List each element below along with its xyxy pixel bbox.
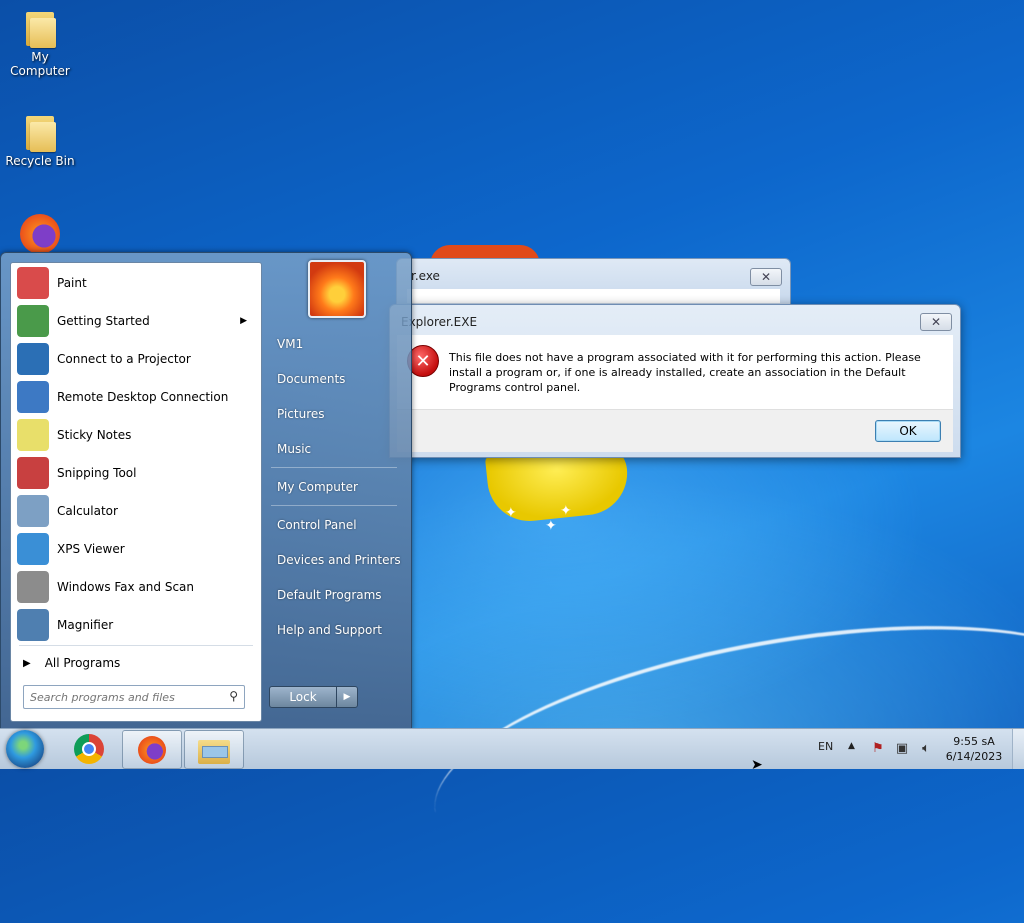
all-programs-label: All Programs bbox=[44, 656, 121, 670]
desktop-icon-my-computer[interactable]: My Computer bbox=[0, 8, 80, 78]
program-label: Remote Desktop Connection bbox=[57, 390, 229, 404]
mouse-cursor-icon: ➤ bbox=[751, 757, 763, 773]
wallpaper-sparkle: ✦ bbox=[545, 518, 557, 534]
program-label: XPS Viewer bbox=[57, 542, 125, 556]
volume-muted-icon[interactable]: 🔈︎ bbox=[918, 741, 934, 757]
desktop-icon-recycle-bin[interactable]: Recycle Bin bbox=[0, 112, 80, 168]
close-icon: ✕ bbox=[760, 270, 772, 284]
action-center-icon[interactable]: ⚑ bbox=[870, 741, 886, 757]
file-explorer-icon bbox=[198, 736, 230, 764]
system-clock[interactable]: 9:55 sA 6/14/2023 bbox=[942, 734, 1006, 764]
program-xps-viewer[interactable]: XPS Viewer bbox=[13, 531, 257, 567]
program-calculator[interactable]: Calculator bbox=[13, 493, 257, 529]
calculator-icon bbox=[17, 495, 49, 527]
network-icon[interactable]: ▣ bbox=[894, 741, 910, 757]
program-sticky-notes[interactable]: Sticky Notes bbox=[13, 417, 257, 453]
fax-icon bbox=[17, 571, 49, 603]
start-item-my-computer[interactable]: My Computer bbox=[267, 473, 403, 501]
start-item-documents[interactable]: Documents bbox=[267, 365, 403, 393]
program-label: Windows Fax and Scan bbox=[57, 580, 195, 594]
search-icon: ⚲ bbox=[229, 689, 238, 703]
search-box[interactable]: ⚲ bbox=[23, 685, 245, 709]
program-label: Magnifier bbox=[57, 618, 114, 632]
folder-icon bbox=[24, 112, 56, 152]
show-desktop-button[interactable] bbox=[1012, 729, 1024, 769]
start-item-user[interactable]: VM1 bbox=[267, 330, 403, 358]
taskbar-explorer[interactable] bbox=[184, 730, 244, 769]
program-label: Calculator bbox=[57, 504, 118, 518]
error-message: This file does not have a program associ… bbox=[449, 351, 921, 394]
wallpaper-sparkle: ✦ bbox=[560, 503, 572, 519]
program-label: Snipping Tool bbox=[57, 466, 137, 480]
error-dialog[interactable]: Explorer.EXE ✕ ✕ This file does not have… bbox=[389, 304, 961, 458]
window-title: r.exe bbox=[411, 269, 440, 283]
program-paint[interactable]: Paint bbox=[13, 265, 257, 301]
magnifier-icon bbox=[17, 609, 49, 641]
program-label: Paint bbox=[57, 276, 87, 290]
arrow-right-icon: ▶ bbox=[343, 692, 351, 702]
program-getting-started[interactable]: Getting Started ▶ bbox=[13, 303, 257, 339]
shutdown-options-button[interactable]: ▶ bbox=[336, 686, 358, 708]
start-item-help-support[interactable]: Help and Support bbox=[267, 616, 403, 644]
start-menu: Paint Getting Started ▶ Connect to a Pro… bbox=[0, 252, 412, 730]
desktop-icon-firefox[interactable] bbox=[0, 214, 80, 254]
divider bbox=[271, 505, 397, 506]
wallpaper-sparkle: ✦ bbox=[505, 505, 517, 521]
show-hidden-icons-icon[interactable]: ▲ bbox=[848, 741, 855, 751]
window-content bbox=[407, 289, 780, 303]
dialog-title: Explorer.EXE bbox=[401, 315, 478, 329]
program-magnifier[interactable]: Magnifier bbox=[13, 607, 257, 643]
folder-icon bbox=[24, 8, 56, 48]
clock-time: 9:55 sA bbox=[953, 735, 995, 748]
projector-icon bbox=[17, 343, 49, 375]
search-input[interactable] bbox=[28, 689, 222, 705]
program-remote-desktop[interactable]: Remote Desktop Connection bbox=[13, 379, 257, 415]
lock-button[interactable]: Lock bbox=[269, 686, 337, 708]
dialog-body: ✕ This file does not have a program asso… bbox=[397, 335, 953, 409]
remote-desktop-icon bbox=[17, 381, 49, 413]
scissors-icon bbox=[17, 457, 49, 489]
divider bbox=[271, 467, 397, 468]
all-programs-button[interactable]: ▶ All Programs bbox=[17, 651, 255, 675]
arrow-right-icon: ▶ bbox=[23, 657, 31, 669]
program-label: Sticky Notes bbox=[57, 428, 132, 442]
clock-date: 6/14/2023 bbox=[945, 750, 1003, 763]
close-icon: ✕ bbox=[930, 315, 942, 329]
error-glyph: ✕ bbox=[415, 350, 431, 372]
start-button[interactable] bbox=[6, 730, 44, 768]
taskbar-firefox[interactable] bbox=[122, 730, 182, 769]
close-button[interactable]: ✕ bbox=[750, 268, 782, 286]
divider bbox=[19, 645, 253, 646]
desktop-icon-label: My Computer bbox=[10, 50, 70, 78]
taskbar: EN ▲ ⚑ ▣ 🔈︎ 9:55 sA 6/14/2023 bbox=[0, 728, 1024, 769]
program-label: Connect to a Projector bbox=[57, 352, 191, 366]
start-item-music[interactable]: Music bbox=[267, 435, 403, 463]
program-label: Getting Started bbox=[57, 314, 150, 328]
dialog-footer: OK bbox=[397, 409, 953, 452]
firefox-icon bbox=[138, 735, 166, 764]
background-window[interactable]: r.exe ✕ bbox=[396, 258, 791, 306]
start-menu-programs-pane: Paint Getting Started ▶ Connect to a Pro… bbox=[10, 262, 262, 722]
user-avatar[interactable] bbox=[308, 260, 366, 318]
language-indicator[interactable]: EN bbox=[818, 740, 833, 753]
program-snipping-tool[interactable]: Snipping Tool bbox=[13, 455, 257, 491]
taskbar-chrome[interactable] bbox=[60, 730, 118, 767]
xps-viewer-icon bbox=[17, 533, 49, 565]
sticky-notes-icon bbox=[17, 419, 49, 451]
ok-button[interactable]: OK bbox=[875, 420, 941, 442]
chrome-icon bbox=[74, 733, 104, 764]
firefox-icon bbox=[20, 214, 60, 254]
program-connect-projector[interactable]: Connect to a Projector bbox=[13, 341, 257, 377]
start-item-devices-printers[interactable]: Devices and Printers bbox=[267, 546, 403, 574]
dialog-close-button[interactable]: ✕ bbox=[920, 313, 952, 331]
desktop-icon-label: Recycle Bin bbox=[5, 154, 75, 168]
start-item-control-panel[interactable]: Control Panel bbox=[267, 511, 403, 539]
start-item-default-programs[interactable]: Default Programs bbox=[267, 581, 403, 609]
submenu-arrow-icon: ▶ bbox=[240, 316, 247, 326]
start-item-pictures[interactable]: Pictures bbox=[267, 400, 403, 428]
program-fax-scan[interactable]: Windows Fax and Scan bbox=[13, 569, 257, 605]
getting-started-icon bbox=[17, 305, 49, 337]
paint-icon bbox=[17, 267, 49, 299]
